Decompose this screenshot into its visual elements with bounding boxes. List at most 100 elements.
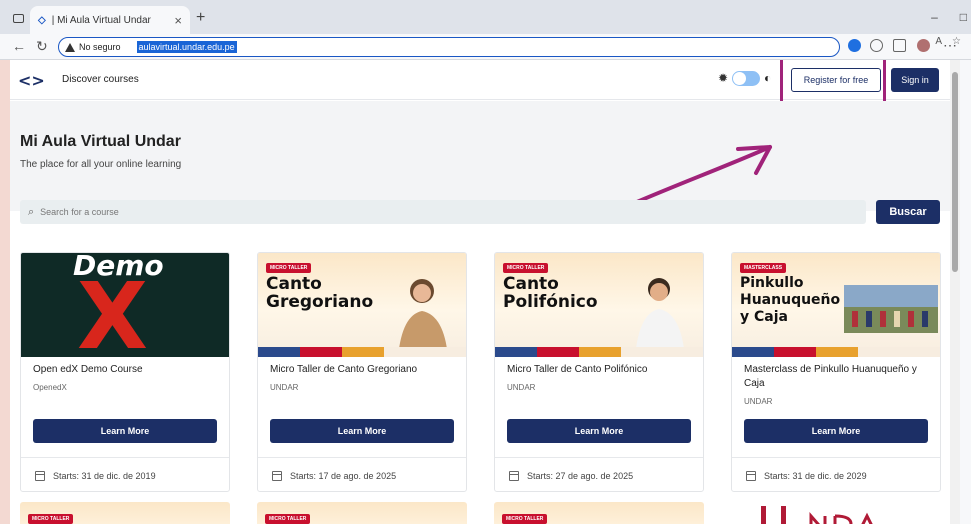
course-card[interactable]: MICRO TALLER Canto Polifónico Micro Tall…	[494, 252, 704, 492]
banner-stripes	[732, 347, 940, 357]
calendar-icon	[746, 470, 756, 481]
course-card[interactable]: MICRO TALLER	[20, 502, 230, 524]
course-start-date: Starts: 31 de dic. de 2019	[21, 457, 229, 491]
course-org: OpenedX	[33, 383, 67, 392]
minimize-button[interactable]: –	[931, 10, 938, 24]
toggle-knob	[733, 72, 746, 85]
browser-side-panel	[960, 60, 971, 524]
hero-section: Mi Aula Virtual Undar The place for all …	[10, 101, 950, 213]
course-image[interactable]: MASTERCLASS Pinkullo Huanuqueño y Caja	[732, 253, 940, 357]
badge: MASTERCLASS	[740, 263, 787, 273]
extension-icon[interactable]	[870, 39, 883, 52]
course-title[interactable]: Micro Taller de Canto Polifónico	[507, 363, 697, 377]
badge: MICRO TALLER	[28, 514, 74, 524]
course-image[interactable]: MICRO TALLER Canto Gregoriano	[258, 253, 466, 357]
tab-actions-icon[interactable]	[13, 14, 24, 23]
url-field[interactable]: No seguro aulavirtual.undar.edu.pe	[58, 37, 840, 57]
search-icon: ⌕	[28, 205, 35, 218]
site-header: <> Discover courses ✹ ◐ Register for fre…	[10, 60, 950, 105]
banner-stripes	[258, 347, 466, 357]
badge: MICRO TALLER	[502, 514, 548, 524]
start-date-text: Starts: 27 de ago. de 2025	[527, 470, 634, 481]
calendar-icon	[509, 470, 519, 481]
sign-in-button[interactable]: Sign in	[891, 68, 939, 92]
course-org: UNDAR	[507, 383, 536, 392]
url-text[interactable]: aulavirtual.undar.edu.pe	[136, 41, 237, 53]
tab-title: | Mi Aula Virtual Undar	[51, 14, 151, 26]
favorites-icon[interactable]	[893, 39, 906, 52]
learn-more-button[interactable]: Learn More	[270, 419, 454, 443]
course-image[interactable]: MICRO TALLER Canto Polifónico	[495, 253, 703, 357]
theme-toggle[interactable]	[732, 71, 760, 86]
banner-line: Gregoriano	[266, 292, 374, 312]
banner-line: Canto	[503, 274, 559, 294]
badge: MICRO TALLER	[265, 514, 311, 524]
banner-line: y Caja	[740, 309, 788, 325]
start-date-text: Starts: 31 de dic. de 2019	[53, 470, 156, 481]
person-illustration	[398, 279, 448, 357]
course-title[interactable]: Masterclass de Pinkullo Huanuqueño y Caj…	[744, 363, 934, 391]
banner-line: Polifónico	[503, 292, 598, 312]
course-card[interactable]: MASTERCLASS Pinkullo Huanuqueño y Caja M…	[731, 252, 941, 492]
discover-courses-link[interactable]: Discover courses	[62, 74, 139, 85]
calendar-icon	[35, 470, 45, 481]
course-card[interactable]: MICRO TALLER Canto Gregoriano Micro Tall…	[257, 252, 467, 492]
banner-line: Canto	[266, 274, 322, 294]
course-card[interactable]: Demo X Open edX Demo Course OpenedX Lear…	[20, 252, 230, 492]
search-input[interactable]: ⌕ Search for a course	[20, 200, 866, 224]
banner-stripes	[495, 347, 703, 357]
moon-icon: ◐	[764, 71, 772, 85]
start-date-text: Starts: 31 de dic. de 2029	[764, 470, 867, 481]
page-subtitle: The place for all your online learning	[20, 159, 182, 170]
banner-line: Pinkullo	[740, 275, 804, 291]
course-card[interactable]	[731, 502, 941, 524]
browser-tab[interactable]: ◇ | Mi Aula Virtual Undar ×	[30, 6, 190, 34]
banner-title: Canto Polifónico	[503, 275, 598, 311]
tab-close-icon[interactable]: ×	[174, 13, 182, 28]
read-aloud-icon[interactable]: A	[935, 36, 942, 47]
course-title[interactable]: Open edX Demo Course	[33, 363, 223, 377]
learn-more-button[interactable]: Learn More	[33, 419, 217, 443]
sun-icon: ✹	[718, 71, 729, 85]
not-secure-label: No seguro	[79, 42, 121, 52]
page-title: Mi Aula Virtual Undar	[20, 133, 181, 150]
course-title[interactable]: Micro Taller de Canto Gregoriano	[270, 363, 460, 377]
search-placeholder: Search for a course	[40, 207, 119, 217]
profile-avatar[interactable]	[917, 39, 930, 52]
badge: MICRO TALLER	[503, 263, 549, 273]
banner-line: Huanuqueño	[740, 292, 841, 308]
banner-x-mark: X	[77, 263, 148, 370]
new-tab-button[interactable]: +	[196, 9, 205, 27]
address-bar: ← ↻ No seguro aulavirtual.undar.edu.pe A…	[0, 34, 971, 60]
course-start-date: Starts: 17 de ago. de 2025	[258, 457, 466, 491]
banner-title: Canto Gregoriano	[266, 275, 373, 311]
course-start-date: Starts: 31 de dic. de 2029	[732, 457, 940, 491]
learn-more-button[interactable]: Learn More	[744, 419, 928, 443]
site-logo[interactable]: <>	[18, 71, 45, 90]
banner-title: Pinkullo Huanuqueño y Caja	[740, 275, 840, 326]
start-date-text: Starts: 17 de ago. de 2025	[290, 470, 397, 481]
course-card[interactable]: MICRO TALLER	[257, 502, 467, 524]
page-viewport: <> Discover courses ✹ ◐ Register for fre…	[10, 60, 950, 524]
search-button[interactable]: Buscar	[876, 200, 940, 224]
back-icon[interactable]: ←	[12, 38, 26, 54]
group-photo	[844, 285, 938, 333]
site-favicon-icon: ◇	[38, 14, 46, 26]
course-org: UNDAR	[270, 383, 299, 392]
course-card[interactable]: MICRO TALLER	[494, 502, 704, 524]
badge: MICRO TALLER	[266, 263, 312, 273]
more-icon[interactable]: ⋯	[943, 37, 957, 54]
warning-icon	[65, 42, 75, 52]
person-illustration	[635, 278, 685, 357]
course-org: UNDAR	[744, 397, 773, 406]
page-scrollbar[interactable]	[950, 60, 960, 524]
register-button[interactable]: Register for free	[791, 68, 881, 92]
course-image[interactable]: Demo X	[21, 253, 229, 370]
maximize-button[interactable]: □	[960, 10, 967, 24]
scrollbar-thumb[interactable]	[952, 72, 958, 272]
course-start-date: Starts: 27 de ago. de 2025	[495, 457, 703, 491]
extension-icon[interactable]	[848, 39, 861, 52]
browser-tab-bar: ◇ | Mi Aula Virtual Undar × + – □	[0, 0, 971, 34]
reload-icon[interactable]: ↻	[36, 38, 48, 55]
learn-more-button[interactable]: Learn More	[507, 419, 691, 443]
